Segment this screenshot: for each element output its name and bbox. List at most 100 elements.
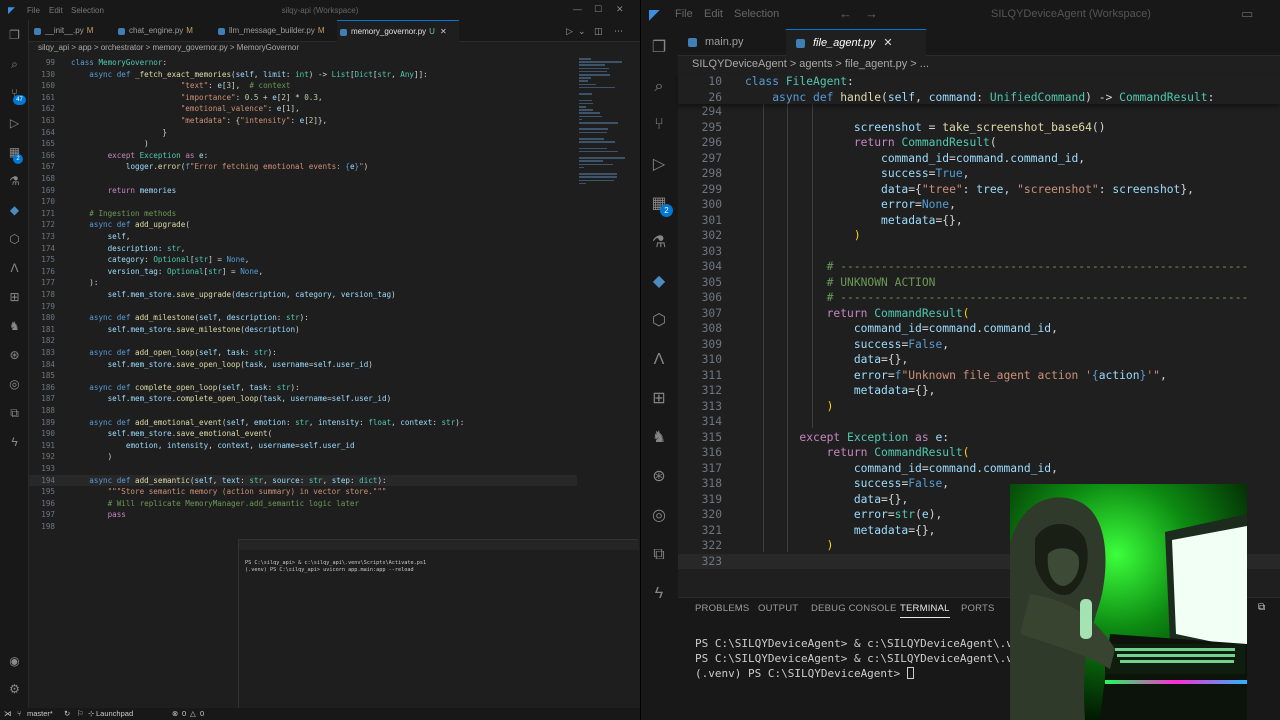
tab-close-icon[interactable]: ✕ xyxy=(883,37,892,49)
code-line[interactable]: 307 return CommandResult( xyxy=(678,306,1280,322)
github-actions-icon[interactable]: ⊛ xyxy=(649,467,669,487)
code-line[interactable]: 300 error=None, xyxy=(678,197,1280,213)
code-line[interactable]: 179 xyxy=(29,301,577,313)
code-line[interactable]: 177 ): xyxy=(29,277,577,289)
code-line[interactable]: 186 async def complete_open_loop(self, t… xyxy=(29,382,577,394)
menu-edit[interactable]: Edit xyxy=(704,8,723,20)
sync-icon[interactable]: ↻ xyxy=(64,709,70,718)
code-line[interactable]: 315 except Exception as e: xyxy=(678,430,1280,446)
copilot-icon[interactable]: ♞ xyxy=(649,428,669,448)
code-line[interactable]: 168 xyxy=(29,173,577,185)
panel-tab-debug-console[interactable]: DEBUG CONSOLE xyxy=(811,603,896,614)
menu-edit[interactable]: Edit xyxy=(49,6,63,15)
code-line[interactable]: 175 category: Optional[str] = None, xyxy=(29,254,577,266)
code-line[interactable]: 99 class MemoryGovernor: xyxy=(29,57,577,69)
code-line[interactable]: 301 metadata={}, xyxy=(678,213,1280,229)
timeline-icon[interactable]: ◎ xyxy=(7,377,22,392)
panel-tab-ports[interactable]: PORTS xyxy=(961,603,995,614)
code-line[interactable]: 161 "importance": 0.5 + e[2] * 0.3, xyxy=(29,92,577,104)
back-arrow-icon[interactable]: ← xyxy=(839,6,852,21)
left-terminal[interactable]: PS C:\silqy_api> & c:\silqy_api\.venv\Sc… xyxy=(238,539,639,709)
container-icon[interactable]: ⬡ xyxy=(649,311,669,331)
code-line[interactable]: 311 error=f"Unknown file_agent action '{… xyxy=(678,368,1280,384)
panel-maximize-icon[interactable]: ⧉ xyxy=(1258,602,1265,613)
code-line[interactable]: 305 # UNKNOWN ACTION xyxy=(678,275,1280,291)
code-line[interactable]: 191 emotion, intensity, context, usernam… xyxy=(29,440,577,452)
explorer-icon[interactable]: ❐ xyxy=(649,38,669,58)
docker-icon[interactable]: ⧉ xyxy=(7,406,22,421)
account-icon[interactable]: ◉ xyxy=(7,654,22,669)
code-line[interactable]: 188 xyxy=(29,405,577,417)
code-line[interactable]: 296 return CommandResult( xyxy=(678,135,1280,151)
code-line[interactable]: 187 self.mem_store.complete_open_loop(ta… xyxy=(29,393,577,405)
code-line[interactable]: 314 xyxy=(678,414,1280,430)
remote-icon[interactable]: ⋊ xyxy=(4,709,12,718)
code-line[interactable]: 165 ) xyxy=(29,138,577,150)
code-line[interactable]: 297 command_id=command.command_id, xyxy=(678,151,1280,167)
tab-file-agent[interactable]: file_agent.py ✕ xyxy=(786,29,926,56)
code-line[interactable]: 192 ) xyxy=(29,451,577,463)
code-line[interactable]: 195 """Store semantic memory (action sum… xyxy=(29,486,577,498)
code-line[interactable]: 295 screenshot = take_screenshot_base64(… xyxy=(678,120,1280,136)
maximize-icon[interactable]: ☐ xyxy=(594,4,602,15)
lightning-icon[interactable]: ϟ xyxy=(7,435,22,450)
forward-arrow-icon[interactable]: → xyxy=(865,6,878,21)
code-line[interactable]: 178 self.mem_store.save_upgrade(descript… xyxy=(29,289,577,301)
code-line[interactable]: 298 success=True, xyxy=(678,166,1280,182)
python-icon[interactable]: ◆ xyxy=(7,203,22,218)
testing-icon[interactable]: ⚗ xyxy=(7,174,22,189)
menu-selection[interactable]: Selection xyxy=(71,6,104,15)
python-icon[interactable]: ◆ xyxy=(649,272,669,292)
code-line[interactable]: 185 xyxy=(29,370,577,382)
code-line[interactable]: 303 xyxy=(678,244,1280,260)
tab-main[interactable]: main.py xyxy=(678,29,783,56)
menu-file[interactable]: File xyxy=(675,8,693,20)
code-line[interactable]: 294 xyxy=(678,104,1280,120)
code-line[interactable]: 180 async def add_milestone(self, descri… xyxy=(29,312,577,324)
remote-explorer-icon[interactable]: ⊞ xyxy=(649,389,669,409)
azure-icon[interactable]: Λ xyxy=(7,261,22,276)
code-line[interactable]: 164 } xyxy=(29,127,577,139)
right-terminal-line-3[interactable]: (.venv) PS C:\SILQYDeviceAgent> xyxy=(695,667,914,680)
run-debug-icon[interactable]: ▷ xyxy=(7,116,22,131)
code-line[interactable]: 10 class FileAgent: xyxy=(678,74,1280,90)
panel-tab-problems[interactable]: PROBLEMS xyxy=(695,603,749,614)
run-debug-icon[interactable]: ▷ xyxy=(649,155,669,175)
code-line[interactable]: 171 # Ingestion methods xyxy=(29,208,577,220)
search-icon[interactable]: ⌕ xyxy=(649,77,669,97)
settings-gear-icon[interactable]: ⚙ xyxy=(7,682,22,697)
code-line[interactable]: 184 self.mem_store.save_open_loop(task, … xyxy=(29,359,577,371)
code-line[interactable]: 173 self, xyxy=(29,231,577,243)
code-line[interactable]: 198 xyxy=(29,521,577,533)
split-editor-icon[interactable]: ◫ xyxy=(594,26,603,37)
minimize-icon[interactable]: — xyxy=(573,4,582,14)
docker-icon[interactable]: ⧉ xyxy=(649,545,669,565)
copilot-icon[interactable]: ♞ xyxy=(7,319,22,334)
code-line[interactable]: 196 # Will replicate MemoryManager.add_s… xyxy=(29,498,577,510)
azure-icon[interactable]: Λ xyxy=(649,350,669,370)
panel-tab-output[interactable]: OUTPUT xyxy=(758,603,798,614)
warning-count[interactable]: 0 xyxy=(200,709,204,718)
code-line[interactable]: 299 data={"tree": tree, "screenshot": sc… xyxy=(678,182,1280,198)
code-line[interactable]: 166 except Exception as e: xyxy=(29,150,577,162)
left-code-editor[interactable]: 99 class MemoryGovernor: 130 async def _fe… xyxy=(29,57,577,537)
code-line[interactable]: 26 async def handle(self, command: Unifi… xyxy=(678,90,1280,106)
menu-selection[interactable]: Selection xyxy=(734,8,779,20)
left-minimap[interactable] xyxy=(577,58,627,258)
explorer-icon[interactable]: ❐ xyxy=(7,28,22,43)
code-line[interactable]: 182 xyxy=(29,335,577,347)
code-line[interactable]: 194 async def add_semantic(self, text: s… xyxy=(29,474,577,487)
code-line[interactable]: 304 # ----------------------------------… xyxy=(678,259,1280,275)
code-line[interactable]: 162 "emotional_valence": e[1], xyxy=(29,103,577,115)
lightning-icon[interactable]: ϟ xyxy=(649,584,669,604)
run-dropdown-icon[interactable]: ⌄ xyxy=(578,26,586,37)
code-line[interactable]: 130 async def _fetch_exact_memories(self… xyxy=(29,69,577,81)
tab-memory-governor[interactable]: memory_governor.py U ✕ xyxy=(337,20,459,42)
error-count[interactable]: 0 xyxy=(182,709,186,718)
code-line[interactable]: 306 # ----------------------------------… xyxy=(678,290,1280,306)
github-actions-icon[interactable]: ⊛ xyxy=(7,348,22,363)
left-breadcrumb[interactable]: silqy_api > app > orchestrator > memory_… xyxy=(38,43,299,56)
run-file-icon[interactable]: ▷ xyxy=(566,26,573,37)
code-line[interactable]: 176 version_tag: Optional[str] = None, xyxy=(29,266,577,278)
tab-init[interactable]: __init__.py M xyxy=(31,20,109,42)
